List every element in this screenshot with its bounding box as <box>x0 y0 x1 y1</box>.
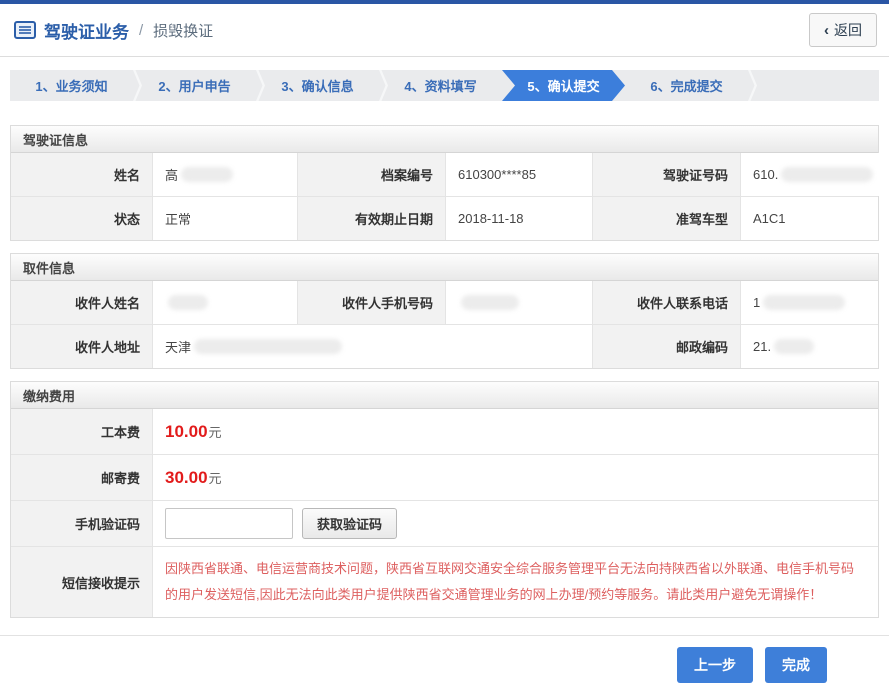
table-row: 工本费 10.00元 <box>11 409 878 454</box>
breadcrumb-separator: / <box>139 22 143 39</box>
card-fee-value: 10.00元 <box>153 409 878 454</box>
sms-notice-label: 短信接收提示 <box>11 547 153 617</box>
postal-code-label: 邮政编码 <box>593 325 741 368</box>
step-6-label: 6、完成提交 <box>650 76 722 95</box>
pickup-info-section: 取件信息 收件人姓名 收件人手机号码 收件人联系电话 1 收件人地址 天津 邮政… <box>10 253 879 369</box>
license-no-label: 驾驶证号码 <box>593 153 741 196</box>
breadcrumb: 驾驶证业务 / 损毁换证 <box>14 18 213 43</box>
step-4-fill-data: 4、资料填写 <box>379 70 502 101</box>
table-row: 手机验证码 获取验证码 <box>11 500 878 546</box>
fees-section-title: 缴纳费用 <box>11 382 878 409</box>
page: 驾驶证业务 / 损毁换证 ‹ 返回 1、业务须知 2、用户申告 3、确认信息 4… <box>0 0 889 683</box>
postage-fee-amount: 30.00 <box>165 468 208 488</box>
expiry-value: 2018-11-18 <box>446 197 593 240</box>
license-section-title: 驾驶证信息 <box>11 126 878 153</box>
step-4-label: 4、资料填写 <box>404 76 476 95</box>
table-row: 邮寄费 30.00元 <box>11 454 878 500</box>
recipient-address-value-text: 天津 <box>165 337 191 356</box>
sms-code-input[interactable] <box>165 508 293 539</box>
step-3-label: 3、确认信息 <box>281 76 353 95</box>
table-row: 姓名 高 档案编号 610300****85 驾驶证号码 610. <box>11 153 878 196</box>
license-business-icon <box>14 21 36 39</box>
vehicle-class-label: 准驾车型 <box>593 197 741 240</box>
status-label: 状态 <box>11 197 153 240</box>
table-row: 收件人地址 天津 邮政编码 21. <box>11 324 878 368</box>
step-1-business-notice: 1、业务须知 <box>10 70 133 101</box>
recipient-mobile-value <box>446 281 593 324</box>
license-no-value: 610. <box>741 153 885 196</box>
redaction-smudge <box>781 167 873 182</box>
step-progress-bar: 1、业务须知 2、用户申告 3、确认信息 4、资料填写 5、确认提交 6、完成提… <box>10 70 879 101</box>
recipient-phone-label: 收件人联系电话 <box>593 281 741 324</box>
license-info-section: 驾驶证信息 姓名 高 档案编号 610300****85 驾驶证号码 610. … <box>10 125 879 241</box>
sms-code-cell: 获取验证码 <box>153 501 878 546</box>
back-chevron-icon: ‹ <box>824 23 829 38</box>
recipient-phone-value: 1 <box>741 281 878 324</box>
page-header: 驾驶证业务 / 损毁换证 ‹ 返回 <box>0 4 889 57</box>
redaction-smudge <box>461 295 519 310</box>
fees-section: 缴纳费用 工本费 10.00元 邮寄费 30.00元 手机验证码 获取验证码 短… <box>10 381 879 618</box>
get-sms-code-button[interactable]: 获取验证码 <box>302 508 397 539</box>
table-row: 短信接收提示 因陕西省联通、电信运营商技术问题，陕西省互联网交通安全综合服务管理… <box>11 546 878 617</box>
file-no-value-text: 610300****85 <box>458 167 536 182</box>
sms-notice-cell: 因陕西省联通、电信运营商技术问题，陕西省互联网交通安全综合服务管理平台无法向持陕… <box>153 547 878 617</box>
step-5-confirm-submit-active: 5、确认提交 <box>502 70 625 101</box>
redaction-smudge <box>763 295 845 310</box>
step-6-complete-submit: 6、完成提交 <box>625 70 748 101</box>
postal-code-value: 21. <box>741 325 878 368</box>
redaction-smudge <box>181 167 233 182</box>
finish-button[interactable]: 完成 <box>765 647 827 683</box>
table-row: 状态 正常 有效期止日期 2018-11-18 准驾车型 A1C1 <box>11 196 878 240</box>
back-button-label: 返回 <box>834 20 862 40</box>
breadcrumb-current: 损毁换证 <box>153 20 213 41</box>
file-no-label: 档案编号 <box>298 153 446 196</box>
card-fee-unit: 元 <box>209 422 222 441</box>
status-value-text: 正常 <box>165 209 191 228</box>
step-1-label: 1、业务须知 <box>35 76 107 95</box>
recipient-name-value <box>153 281 298 324</box>
pickup-section-title: 取件信息 <box>11 254 878 281</box>
redaction-smudge <box>168 295 208 310</box>
footer-action-bar: 上一步 完成 <box>0 635 889 683</box>
step-5-label: 5、确认提交 <box>527 76 599 95</box>
redaction-smudge <box>774 339 814 354</box>
postage-fee-value: 30.00元 <box>153 455 878 500</box>
recipient-address-label: 收件人地址 <box>11 325 153 368</box>
postage-fee-label: 邮寄费 <box>11 455 153 500</box>
previous-step-button[interactable]: 上一步 <box>677 647 753 683</box>
postage-fee-unit: 元 <box>209 468 222 487</box>
file-no-value: 610300****85 <box>446 153 593 196</box>
status-value: 正常 <box>153 197 298 240</box>
license-no-value-text: 610. <box>753 167 778 182</box>
step-2-label: 2、用户申告 <box>158 76 230 95</box>
back-button[interactable]: ‹ 返回 <box>809 13 877 47</box>
name-value-text: 高 <box>165 165 178 184</box>
step-2-user-declaration: 2、用户申告 <box>133 70 256 101</box>
name-value: 高 <box>153 153 298 196</box>
sms-code-label: 手机验证码 <box>11 501 153 546</box>
table-row: 收件人姓名 收件人手机号码 收件人联系电话 1 <box>11 281 878 324</box>
sms-notice-text: 因陕西省联通、电信运营商技术问题，陕西省互联网交通安全综合服务管理平台无法向持陕… <box>165 556 866 608</box>
redaction-smudge <box>194 339 342 354</box>
vehicle-class-value: A1C1 <box>741 197 878 240</box>
steps-tail <box>748 70 879 101</box>
recipient-phone-value-text: 1 <box>753 295 760 310</box>
recipient-address-value: 天津 <box>153 325 593 368</box>
postal-code-value-text: 21. <box>753 339 771 354</box>
expiry-label: 有效期止日期 <box>298 197 446 240</box>
expiry-value-text: 2018-11-18 <box>458 211 524 226</box>
step-3-confirm-info: 3、确认信息 <box>256 70 379 101</box>
page-title: 驾驶证业务 <box>44 18 129 43</box>
card-fee-label: 工本费 <box>11 409 153 454</box>
vehicle-class-value-text: A1C1 <box>753 211 786 226</box>
card-fee-amount: 10.00 <box>165 422 208 442</box>
name-label: 姓名 <box>11 153 153 196</box>
recipient-name-label: 收件人姓名 <box>11 281 153 324</box>
recipient-mobile-label: 收件人手机号码 <box>298 281 446 324</box>
